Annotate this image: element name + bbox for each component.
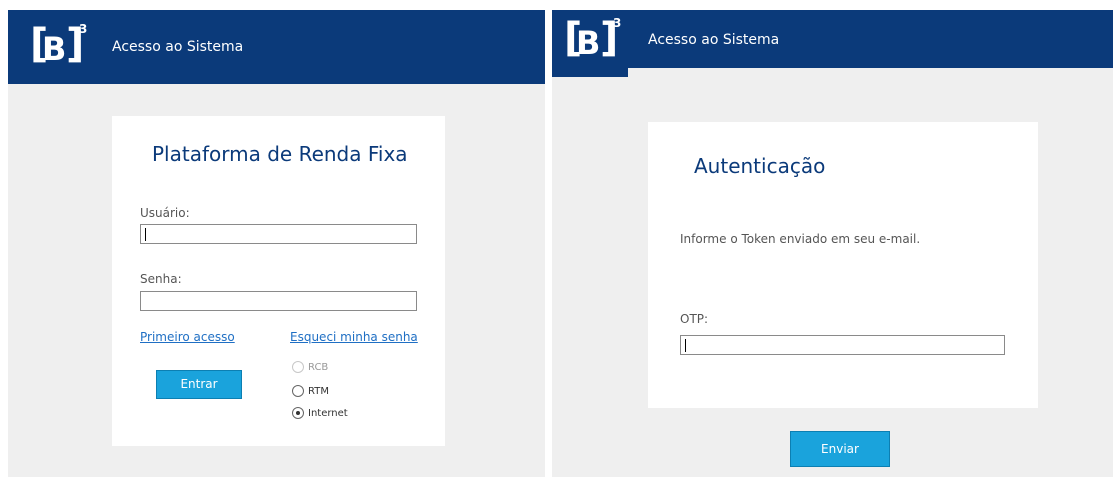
radio-label: Internet <box>308 407 348 419</box>
header-title: Acesso ao Sistema <box>112 39 244 55</box>
page-title: Plataforma de Renda Fixa <box>152 142 408 166</box>
auth-panel: [B] 3 Acesso ao Sistema Autenticação Info… <box>552 10 1113 477</box>
login-panel: [B] 3 Acesso ao Sistema Plataforma de Ren… <box>8 10 545 477</box>
instruction-text: Informe o Token enviado em seu e-mail. <box>680 232 921 246</box>
username-input[interactable] <box>140 224 417 244</box>
radio-option-rtm[interactable]: RTM <box>292 385 329 397</box>
radio-button[interactable] <box>292 385 304 397</box>
otp-label: OTP: <box>680 312 709 326</box>
radio-button[interactable] <box>292 407 304 419</box>
header-accent <box>552 68 628 77</box>
login-button[interactable]: Entrar <box>156 370 242 399</box>
password-label: Senha: <box>140 272 182 286</box>
header-title: Acesso ao Sistema <box>648 32 780 48</box>
forgot-password-link[interactable]: Esqueci minha senha <box>290 330 418 344</box>
username-label: Usuário: <box>140 206 190 220</box>
page-title: Autenticação <box>694 154 826 178</box>
login-card: Plataforma de Renda Fixa Usuário: Senha:… <box>112 116 445 446</box>
radio-option-internet[interactable]: Internet <box>292 407 348 419</box>
radio-option-rcb[interactable]: RCB <box>292 361 328 373</box>
text-caret <box>145 228 146 241</box>
radio-button[interactable] <box>292 361 304 373</box>
radio-label: RTM <box>308 385 329 397</box>
auth-card: Autenticação Informe o Token enviado em … <box>648 122 1038 408</box>
b3-logo: [B] 3 <box>564 15 622 62</box>
header-bar: [B] 3 Acesso ao Sistema <box>8 10 545 84</box>
radio-label: RCB <box>308 361 329 373</box>
submit-button[interactable]: Enviar <box>790 431 890 467</box>
b3-logo: [B] 3 <box>30 21 88 68</box>
header-bar: [B] 3 Acesso ao Sistema <box>552 10 1113 68</box>
password-input[interactable] <box>140 291 417 311</box>
first-access-link[interactable]: Primeiro acesso <box>140 330 235 344</box>
otp-input[interactable] <box>680 335 1005 355</box>
text-caret <box>685 339 686 352</box>
